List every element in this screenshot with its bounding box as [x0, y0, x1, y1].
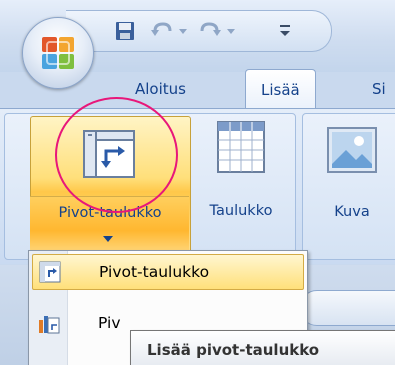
quick-access-toolbar	[66, 10, 332, 52]
tab-label: Aloitus	[135, 80, 186, 98]
table-label: Taulukko	[209, 203, 273, 219]
tab-label: Si	[372, 80, 386, 98]
tab-lisaa[interactable]: Lisää	[245, 69, 316, 110]
office-logo-icon	[42, 37, 74, 69]
name-box-control[interactable]	[300, 290, 395, 326]
undo-dropdown-arrow-icon[interactable]	[176, 11, 190, 51]
highlight-circle	[55, 97, 178, 213]
tab-label: Lisää	[261, 81, 300, 99]
tab-sivun-asettelu[interactable]: Si	[372, 70, 386, 108]
excel-window: Aloitus Lisää Si Pivot-taulukko Taulukko…	[0, 0, 395, 365]
redo-icon[interactable]	[196, 11, 224, 51]
pivot-chart-icon	[39, 316, 60, 334]
table-button[interactable]: Taulukko	[191, 120, 291, 219]
menu-item-pivot-table[interactable]: Pivot-taulukko	[32, 254, 304, 290]
picture-button[interactable]: Kuva	[310, 126, 394, 220]
chevron-down-icon	[103, 228, 113, 246]
save-icon[interactable]	[110, 11, 140, 51]
pivot-table-icon	[39, 261, 61, 283]
picture-icon	[327, 127, 377, 173]
picture-label: Kuva	[334, 204, 370, 220]
table-icon	[217, 121, 265, 173]
menu-item-label: Piv	[98, 314, 121, 332]
office-button[interactable]	[22, 17, 94, 89]
tooltip: Lisää pivot-taulukko	[130, 330, 395, 365]
redo-dropdown-arrow-icon[interactable]	[224, 11, 238, 51]
undo-icon[interactable]	[148, 11, 176, 51]
tooltip-text: Lisää pivot-taulukko	[147, 341, 320, 359]
menu-item-label: Pivot-taulukko	[99, 263, 210, 281]
customize-qat-icon[interactable]	[274, 11, 296, 51]
